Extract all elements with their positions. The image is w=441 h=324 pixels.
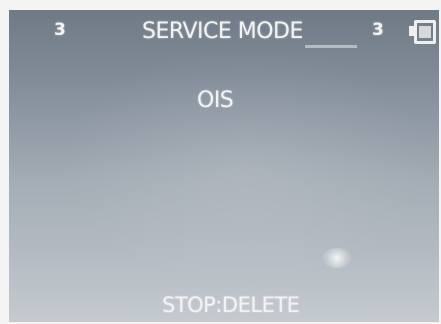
- battery-level: [419, 26, 431, 38]
- screen-glare: [323, 248, 351, 268]
- footer-instruction: STOP:DELETE: [162, 293, 300, 317]
- left-counter: 3: [54, 20, 66, 40]
- right-counter: 3: [372, 20, 384, 40]
- title-underline: [305, 45, 357, 48]
- selected-item-label[interactable]: OIS: [197, 88, 234, 113]
- battery-icon: [414, 20, 436, 44]
- display-frame: 3 SERVICE MODE 3 OIS STOP:DELETE: [0, 0, 441, 324]
- page-title: SERVICE MODE: [142, 19, 303, 44]
- lcd-screen: 3 SERVICE MODE 3 OIS STOP:DELETE: [9, 10, 439, 322]
